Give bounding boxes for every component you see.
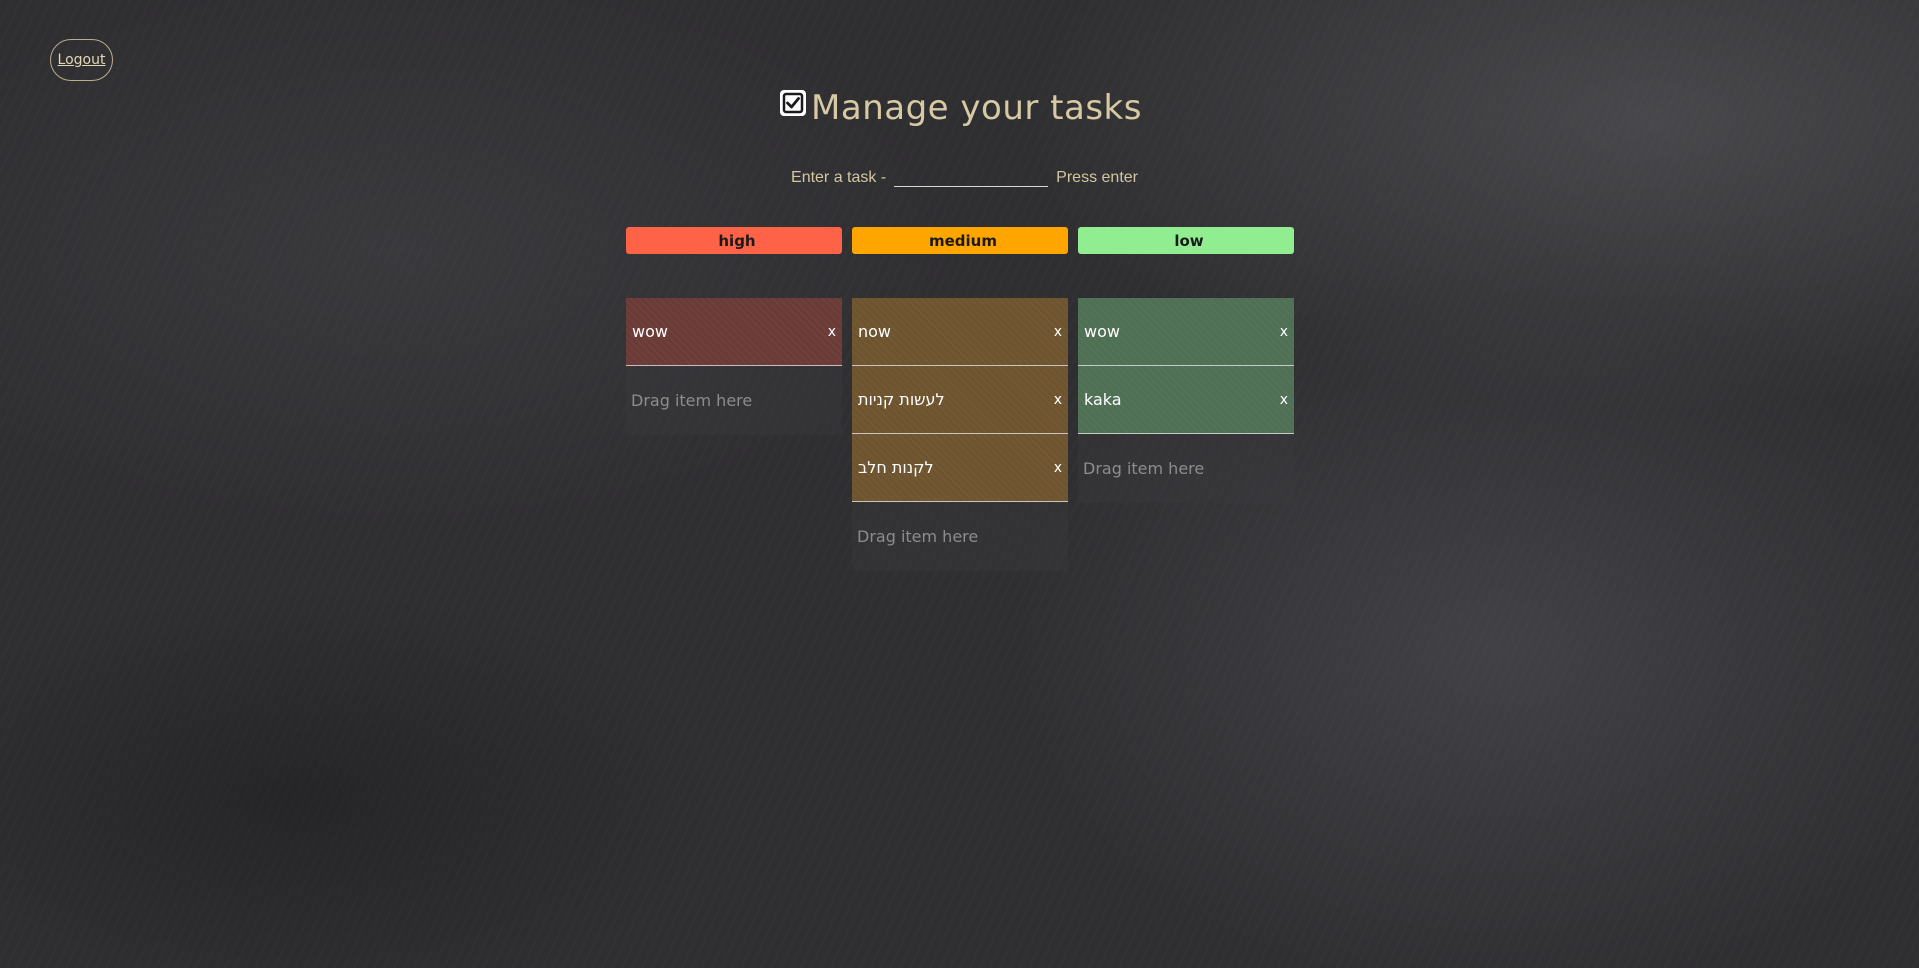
delete-task-button[interactable]: x: [1278, 324, 1288, 340]
column-header-medium: medium: [852, 227, 1068, 254]
task-card[interactable]: לעשות קניות x: [852, 366, 1068, 434]
press-enter-hint: Press enter: [1056, 169, 1138, 186]
delete-task-button[interactable]: x: [826, 324, 836, 340]
column-high: high wow x Drag item here: [626, 227, 842, 571]
column-header-label: medium: [929, 231, 997, 250]
drop-zone[interactable]: Drag item here: [626, 366, 842, 435]
task-card[interactable]: wow x: [626, 298, 842, 366]
task-text: לעשות קניות: [858, 390, 945, 409]
task-card[interactable]: now x: [852, 298, 1068, 366]
page-title: Manage your tasks: [811, 88, 1142, 128]
task-entry-label: Enter a task -: [791, 169, 887, 186]
priority-board: high wow x Drag item here medium now x ל…: [626, 227, 1294, 571]
delete-task-button[interactable]: x: [1052, 392, 1062, 408]
logout-button[interactable]: Logout: [50, 39, 113, 81]
column-header-low: low: [1078, 227, 1294, 254]
delete-task-button[interactable]: x: [1278, 392, 1288, 408]
task-input[interactable]: [894, 166, 1049, 187]
task-text: wow: [1084, 322, 1120, 341]
drop-zone[interactable]: Drag item here: [1078, 434, 1294, 503]
delete-task-button[interactable]: x: [1052, 324, 1062, 340]
task-text: now: [858, 322, 892, 341]
task-text: kaka: [1084, 390, 1122, 409]
page-header: Manage your tasks: [0, 88, 1919, 128]
column-header-high: high: [626, 227, 842, 254]
column-header-label: low: [1174, 231, 1204, 250]
column-low: low wow x kaka x Drag item here: [1078, 227, 1294, 571]
delete-task-button[interactable]: x: [1052, 460, 1062, 476]
task-card[interactable]: wow x: [1078, 298, 1294, 366]
task-text: wow: [632, 322, 668, 341]
column-medium: medium now x לעשות קניות x לקנות חלב x D…: [852, 227, 1068, 571]
task-entry-row: Enter a task - Press enter: [0, 166, 1919, 187]
task-text: לקנות חלב: [858, 458, 934, 477]
drop-zone[interactable]: Drag item here: [852, 502, 1068, 571]
task-card[interactable]: kaka x: [1078, 366, 1294, 434]
column-header-label: high: [718, 231, 756, 250]
task-card[interactable]: לקנות חלב x: [852, 434, 1068, 502]
checkbox-checked-icon: [780, 90, 807, 116]
